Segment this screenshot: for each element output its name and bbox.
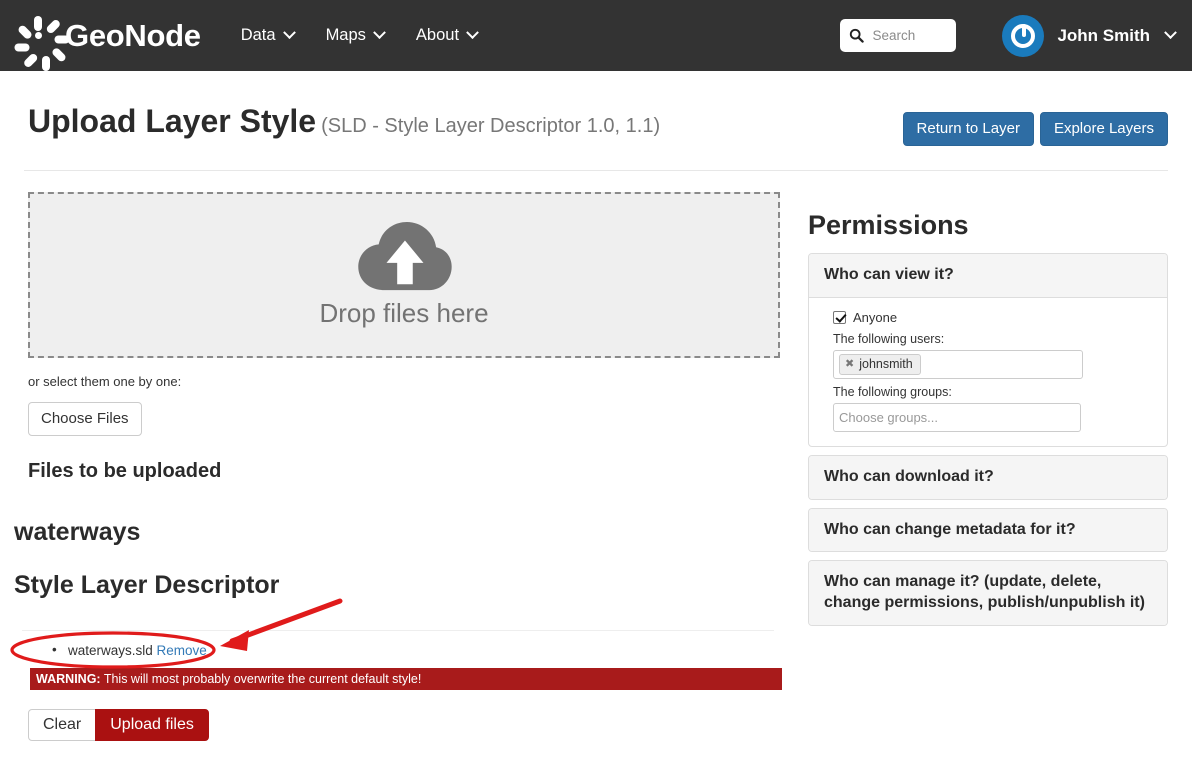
- search-input[interactable]: Search: [840, 19, 957, 52]
- permission-section-metadata: Who can change metadata for it?: [808, 507, 1168, 553]
- page-title-subtitle: (SLD - Style Layer Descriptor 1.0, 1.1): [321, 115, 661, 137]
- overwrite-warning-banner: WARNING: This will most probably overwri…: [30, 668, 782, 690]
- upload-files-button[interactable]: Upload files: [95, 709, 209, 741]
- clear-button[interactable]: Clear: [28, 709, 97, 741]
- warning-prefix: WARNING:: [36, 672, 101, 686]
- geonode-flower-logo-icon: [14, 15, 70, 71]
- brand-logo-link[interactable]: GeoNode: [14, 15, 201, 71]
- nav-links: Data Maps About: [225, 18, 493, 53]
- anyone-checkbox-row: Anyone: [833, 310, 1149, 325]
- brand-name: GeoNode: [65, 17, 201, 53]
- list-item: waterways.sld Remove: [52, 642, 780, 658]
- anyone-checkbox[interactable]: [833, 310, 846, 324]
- explore-layers-button[interactable]: Explore Layers: [1039, 112, 1168, 146]
- files-divider: [22, 630, 774, 631]
- chevron-down-icon[interactable]: [1164, 26, 1177, 40]
- dropzone-label: Drop files here: [319, 297, 489, 328]
- permission-section-view: Who can view it? Anyone The following us…: [808, 253, 1168, 447]
- users-token-input[interactable]: ✖ johnsmith: [833, 349, 1083, 379]
- select-hint: or select them one by one:: [28, 374, 182, 389]
- permission-section-manage: Who can manage it? (update, delete, chan…: [808, 560, 1168, 626]
- groups-field-label: The following groups:: [833, 384, 952, 399]
- page-title-main: Upload Layer Style: [28, 103, 317, 139]
- permissions-panel: Permissions Who can view it? Anyone The …: [808, 210, 1168, 634]
- permission-section-body: Anyone The following users: ✖ johnsmith …: [809, 296, 1167, 446]
- permission-section-download: Who can download it?: [808, 454, 1168, 500]
- file-dropzone[interactable]: Drop files here: [28, 192, 780, 358]
- files-to-be-uploaded-heading: Files to be uploaded: [28, 460, 222, 482]
- users-field-label: The following users:: [833, 331, 945, 346]
- file-name: waterways.sld: [68, 643, 153, 658]
- nav-item-maps[interactable]: Maps: [310, 18, 400, 53]
- nav-item-label: Data: [240, 26, 276, 44]
- header-actions: Return to Layer Explore Layers: [902, 112, 1168, 146]
- user-name: John Smith: [1057, 25, 1150, 45]
- permission-section-header[interactable]: Who can manage it? (update, delete, chan…: [809, 561, 1167, 625]
- nav-item-data[interactable]: Data: [225, 18, 310, 53]
- permission-section-header[interactable]: Who can download it?: [809, 455, 1167, 499]
- chevron-down-icon: [282, 26, 296, 40]
- file-list: waterways.sld Remove: [52, 642, 780, 658]
- close-icon[interactable]: ✖: [845, 357, 854, 370]
- permissions-title: Permissions: [808, 210, 969, 240]
- choose-files-button[interactable]: Choose Files: [28, 402, 142, 436]
- nav-item-label: About: [415, 26, 460, 44]
- header-divider: [24, 170, 1168, 171]
- permission-section-header[interactable]: Who can view it?: [809, 254, 1167, 297]
- user-token[interactable]: ✖ johnsmith: [839, 353, 921, 375]
- cloud-upload-icon: [358, 221, 452, 290]
- search-icon: [850, 28, 865, 43]
- remove-file-link[interactable]: Remove: [157, 643, 207, 658]
- sld-section-heading: Style Layer Descriptor: [14, 571, 280, 599]
- user-token-label: johnsmith: [859, 356, 913, 371]
- upload-actions: Clear Upload files: [28, 709, 780, 741]
- navbar-right: Search John Smith: [840, 14, 1177, 57]
- return-to-layer-button[interactable]: Return to Layer: [902, 112, 1034, 146]
- groups-token-input[interactable]: Choose groups...: [833, 402, 1081, 432]
- warning-text: This will most probably overwrite the cu…: [103, 672, 422, 686]
- chevron-down-icon: [466, 26, 479, 40]
- page-title: Upload Layer Style (SLD - Style Layer Des…: [28, 103, 660, 140]
- permission-section-header[interactable]: Who can change metadata for it?: [809, 508, 1167, 552]
- choose-files-wrap: Choose Files: [28, 402, 780, 436]
- user-power-avatar-icon[interactable]: [1002, 14, 1045, 57]
- groups-placeholder: Choose groups...: [839, 409, 939, 425]
- nav-item-about[interactable]: About: [400, 18, 493, 53]
- layer-name-heading: waterways: [14, 518, 141, 546]
- nav-item-label: Maps: [325, 26, 366, 44]
- top-navbar: GeoNode Data Maps About Search John Smit: [0, 0, 1192, 71]
- chevron-down-icon: [373, 26, 386, 40]
- anyone-label[interactable]: Anyone: [853, 310, 897, 325]
- upload-panel: Drop files here or select them one by on…: [14, 192, 782, 741]
- search-placeholder: Search: [872, 28, 916, 43]
